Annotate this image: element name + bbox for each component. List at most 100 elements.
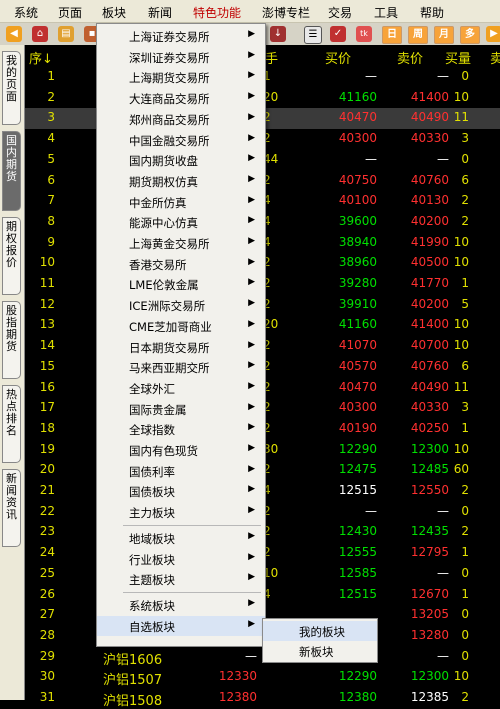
menu-item[interactable]: 系统板块 ▶ [97, 595, 265, 615]
row-last-price: 12330 [218, 669, 257, 684]
menu-item[interactable]: 自选板块 ▶ [97, 615, 265, 636]
menu-item[interactable]: ICE洲际交易所 ▶ [97, 295, 265, 315]
menu-special-features[interactable]: 特色功能 [193, 4, 241, 21]
menu-item-label: 国内有色现货 [129, 444, 198, 458]
menu-item[interactable]: 中国金融交易所 ▶ [97, 130, 265, 150]
menu-item[interactable]: 国债板块 ▶ [97, 481, 265, 501]
menu-tools[interactable]: 工具 [374, 4, 398, 21]
menu-item[interactable]: 日本期货交易所 ▶ [97, 337, 265, 357]
row-sell-price: 13280 [410, 627, 449, 642]
menu-item[interactable]: 国内期货收盘 ▶ [97, 150, 265, 170]
menu-pengbo-column[interactable]: 澎博专栏 [262, 4, 310, 21]
tab-my-page[interactable]: 我的页面 [2, 51, 21, 125]
table-row[interactable]: 31 沪铝1508 12380 12385 2 12380 [25, 688, 500, 709]
menu-item[interactable]: 地域板块 ▶ [97, 528, 265, 548]
menu-item[interactable]: 国债利率 ▶ [97, 461, 265, 481]
back-arrow-icon[interactable]: ◀ [6, 26, 22, 42]
menu-trade[interactable]: 交易 [328, 4, 352, 21]
row-sell-price: 40500 [410, 255, 449, 270]
tab-news[interactable]: 新闻资讯 [2, 469, 21, 547]
row-buy-price: 40300 [338, 131, 377, 146]
chart-line-icon[interactable]: ✓ [330, 26, 346, 42]
row-index: 6 [47, 172, 55, 187]
submenu-item-label: 新板块 [299, 645, 334, 659]
tab-index-futures[interactable]: 股指期货 [2, 301, 21, 379]
menu-separator [123, 591, 261, 593]
menu-item[interactable]: 主力板块 ▶ [97, 502, 265, 522]
menu-item[interactable]: 上海黄金交易所 ▶ [97, 233, 265, 253]
menu-item[interactable]: 全球外汇 ▶ [97, 378, 265, 398]
row-sell-price: — [437, 151, 449, 166]
row-sell-price: 12300 [410, 441, 449, 456]
period-multi-button[interactable]: 多 [460, 26, 480, 44]
quote-table-icon[interactable]: ☰ [304, 26, 322, 44]
row-buy-price: 41070 [338, 338, 377, 353]
pin-icon[interactable]: ↓ [270, 26, 286, 42]
tick-icon[interactable]: tk [356, 26, 372, 42]
row-buy-price: 41160 [338, 89, 377, 104]
row-buy-price: 38960 [338, 255, 377, 270]
menu-item[interactable]: 上海期货交易所 ▶ [97, 67, 265, 87]
menu-news[interactable]: 新闻 [148, 4, 172, 21]
menu-item[interactable]: 中金所仿真 ▶ [97, 192, 265, 212]
row-buy-volume: 0 [461, 151, 469, 166]
menu-item-label: 期货期权仿真 [129, 174, 198, 189]
submenu-arrow-icon: ▶ [248, 572, 255, 583]
menu-item[interactable]: 国际贵金属 ▶ [97, 399, 265, 419]
row-sell-price: 40200 [410, 213, 449, 228]
row-buy-volume: 10 [453, 669, 469, 684]
row-sell-price: 40490 [410, 110, 449, 125]
menu-item[interactable]: 主题板块 ▶ [97, 569, 265, 589]
menu-item[interactable]: LME伦敦金属 ▶ [97, 274, 265, 294]
menu-item-label: 日本期货交易所 [129, 340, 210, 355]
menu-item[interactable]: 能源中心仿真 ▶ [97, 212, 265, 232]
menu-item-label: 全球指数 [129, 423, 175, 438]
home-icon[interactable]: ⌂ [32, 26, 48, 42]
row-buy-volume: 10 [453, 317, 469, 332]
menu-item-label: LME伦敦金属 [129, 278, 199, 293]
menu-item[interactable]: 大连商品交易所 ▶ [97, 88, 265, 108]
menu-page[interactable]: 页面 [58, 4, 82, 21]
row-index: 23 [39, 524, 55, 539]
row-index: 17 [39, 400, 55, 415]
menu-item-label: 自选板块 [129, 619, 175, 634]
submenu-new-sector[interactable]: 新板块 [263, 641, 377, 661]
menu-item[interactable]: 香港交易所 ▶ [97, 254, 265, 274]
row-buy-volume: 11 [453, 110, 469, 125]
submenu-arrow-icon: ▶ [248, 484, 255, 495]
menu-item-label: 马来西亚期交所 [129, 361, 210, 376]
folder-icon[interactable]: ▤ [58, 26, 74, 42]
menu-item[interactable]: 期货期权仿真 ▶ [97, 171, 265, 191]
menu-help[interactable]: 帮助 [420, 4, 444, 21]
menu-item[interactable]: 行业板块 ▶ [97, 549, 265, 569]
row-sell-price: 41400 [410, 317, 449, 332]
menu-item[interactable]: 深圳证券交易所 ▶ [97, 47, 265, 67]
row-last-price: 12380 [218, 690, 257, 704]
menu-sector[interactable]: 板块 [102, 4, 126, 21]
menu-item[interactable]: 国内有色现货 ▶ [97, 440, 265, 460]
row-buy-price: 12515 [338, 586, 377, 601]
period-day-button[interactable]: 日 [382, 26, 402, 44]
period-week-button[interactable]: 周 [408, 26, 428, 44]
menu-item[interactable]: CME芝加哥商业 ▶ [97, 316, 265, 336]
period-month-button[interactable]: 月 [434, 26, 454, 44]
menu-item-label: 上海证券交易所 [129, 30, 210, 44]
menu-item[interactable]: 马来西亚期交所 ▶ [97, 357, 265, 377]
menu-item-label: 地域板块 [129, 531, 175, 546]
menu-item[interactable]: 郑州商品交易所 ▶ [97, 109, 265, 129]
table-row[interactable]: 30 沪铝1507 12290 12300 10 12330 [25, 667, 500, 688]
menu-system[interactable]: 系统 [14, 4, 38, 21]
row-index: 18 [39, 420, 55, 435]
tab-hot-ranking[interactable]: 热点排名 [2, 385, 21, 463]
tab-options-quote[interactable]: 期权报价 [2, 217, 21, 295]
more-icon[interactable]: ▶ [486, 26, 500, 42]
submenu-arrow-icon: ▶ [248, 597, 255, 608]
tab-domestic-futures[interactable]: 国内期货 [2, 131, 21, 211]
menu-item[interactable]: 上海证券交易所 ▶ [97, 26, 265, 46]
submenu-my-sector[interactable]: 我的板块 [263, 621, 377, 641]
row-index: 22 [39, 503, 55, 518]
menu-item[interactable]: 全球指数 ▶ [97, 419, 265, 439]
submenu-arrow-icon: ▶ [248, 236, 255, 246]
row-sell-price: 12550 [410, 483, 449, 497]
menu-item-label: 中国金融交易所 [129, 133, 210, 148]
